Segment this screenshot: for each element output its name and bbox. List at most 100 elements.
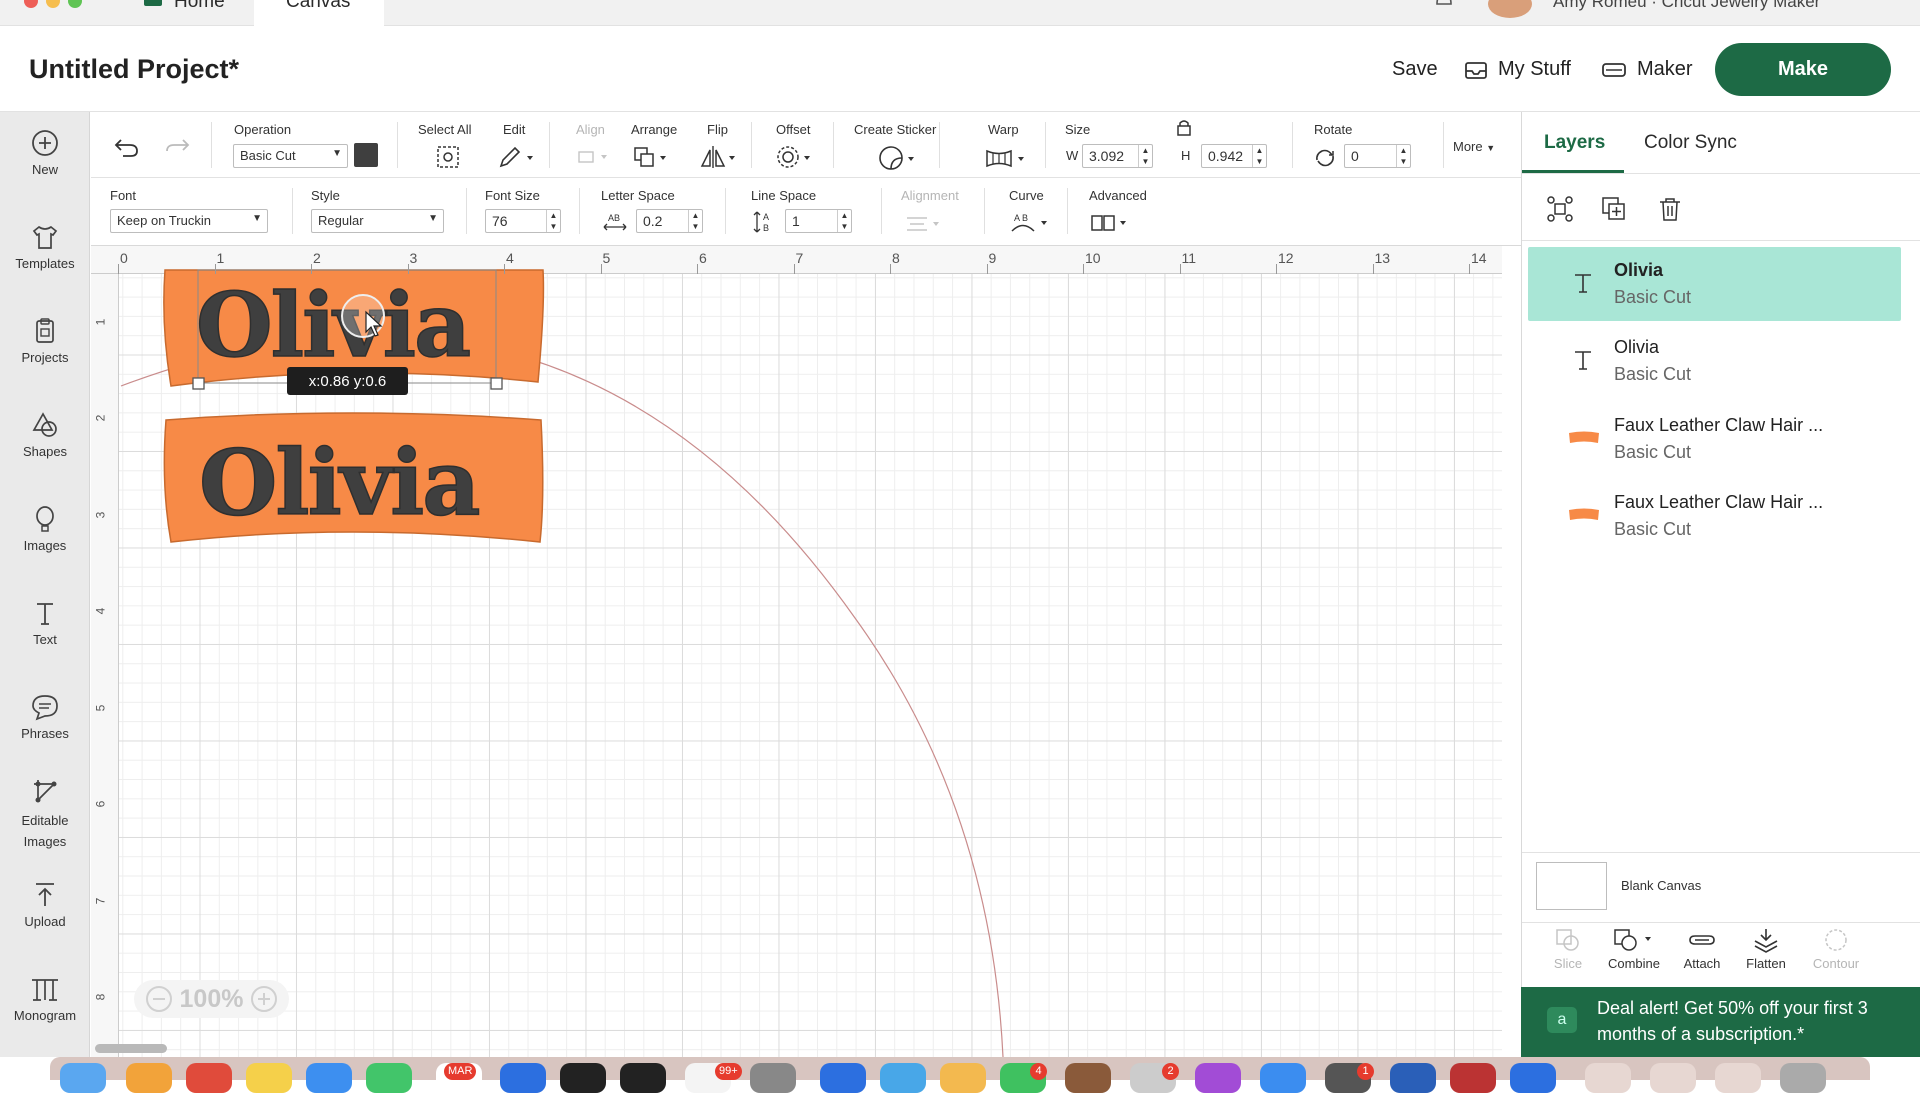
safari-icon[interactable]: [306, 1063, 352, 1093]
layer-row[interactable]: Faux Leather Claw Hair ... Basic Cut: [1528, 402, 1901, 476]
app-icon[interactable]: [186, 1063, 232, 1093]
horizontal-scrollbar[interactable]: [95, 1044, 167, 1053]
spinner-icon[interactable]: ▲ ▼: [837, 210, 851, 232]
lock-icon[interactable]: [1175, 118, 1193, 136]
redo-icon[interactable]: [163, 134, 191, 158]
sidebar-item-templates[interactable]: Templates: [0, 222, 90, 271]
sidebar-item-monogram[interactable]: Monogram: [0, 974, 90, 1023]
olivia-text-top[interactable]: Olivia: [195, 272, 472, 378]
photos-icon[interactable]: [940, 1063, 986, 1093]
app-icon[interactable]: [500, 1063, 546, 1093]
operation-select[interactable]: Basic Cut ▼: [233, 144, 348, 168]
tab-layers[interactable]: Layers: [1544, 132, 1605, 154]
delete-icon[interactable]: [1656, 195, 1684, 223]
letter-space-input[interactable]: 0.2 ▲ ▼: [636, 209, 703, 233]
sidebar-item-phrases[interactable]: Phrases: [0, 692, 90, 741]
edit-pencil-button[interactable]: [497, 144, 537, 170]
spinner-icon[interactable]: ▲ ▼: [1252, 145, 1266, 167]
layer-row[interactable]: Olivia Basic Cut: [1528, 247, 1901, 321]
duplicate-icon[interactable]: [1600, 195, 1628, 223]
undo-icon[interactable]: [113, 134, 141, 158]
zoom-window-button[interactable]: [68, 0, 82, 8]
app-icon[interactable]: [620, 1063, 666, 1093]
tab-home[interactable]: Home: [140, 0, 250, 26]
spinner-icon[interactable]: ▲ ▼: [1138, 145, 1152, 167]
app-icon[interactable]: 2: [1130, 1063, 1179, 1093]
app-icon[interactable]: [1065, 1063, 1111, 1093]
my-stuff-button[interactable]: My Stuff: [1464, 58, 1571, 81]
color-swatch[interactable]: [354, 143, 378, 167]
tab-canvas[interactable]: Canvas: [254, 0, 384, 26]
style-select[interactable]: Regular ▼: [311, 209, 444, 233]
save-button[interactable]: Save: [1392, 58, 1438, 81]
blank-canvas-swatch[interactable]: [1536, 862, 1607, 910]
resize-handle[interactable]: [490, 377, 503, 390]
page-title[interactable]: Untitled Project*: [29, 54, 239, 85]
finder-icon[interactable]: [60, 1063, 106, 1093]
width-input[interactable]: 3.092 ▲ ▼: [1082, 144, 1153, 168]
create-sticker-button[interactable]: [877, 144, 919, 172]
calendar-icon[interactable]: MAR: [436, 1063, 482, 1093]
font-size-input[interactable]: 76 ▲ ▼: [485, 209, 561, 233]
mail-icon[interactable]: 99+: [685, 1063, 742, 1093]
design-canvas[interactable]: Olivia Olivia x:0.86 y:0.6 100% 01234567…: [91, 246, 1502, 1057]
combine-button[interactable]: Combine: [1599, 927, 1669, 971]
curve-button[interactable]: A B: [1008, 211, 1052, 235]
make-button[interactable]: Make: [1715, 43, 1891, 96]
offset-button[interactable]: [775, 144, 815, 170]
zoom-control[interactable]: 100%: [134, 980, 289, 1018]
layer-row[interactable]: Faux Leather Claw Hair ... Basic Cut: [1528, 479, 1901, 553]
deal-banner[interactable]: a Deal alert! Get 50% off your first 3 m…: [1521, 987, 1920, 1057]
spinner-icon[interactable]: ▲ ▼: [546, 210, 560, 232]
app-icon[interactable]: [560, 1063, 606, 1093]
flip-button[interactable]: [699, 144, 739, 170]
flatten-button[interactable]: Flatten: [1731, 927, 1801, 971]
machine-button[interactable]: Maker: [1601, 58, 1693, 81]
app-icon[interactable]: [246, 1063, 292, 1093]
sidebar-item-editable-images[interactable]: Editable Images: [0, 776, 90, 852]
line-space-input[interactable]: 1 ▲ ▼: [785, 209, 852, 233]
rotate-input[interactable]: 0 ▲ ▼: [1344, 144, 1411, 168]
warp-button[interactable]: [984, 146, 1030, 170]
height-input[interactable]: 0.942 ▲ ▼: [1201, 144, 1267, 168]
sidebar-item-text[interactable]: Text: [0, 598, 90, 647]
app-icon[interactable]: [820, 1063, 866, 1093]
sidebar-item-shapes[interactable]: Shapes: [0, 410, 90, 459]
advanced-button[interactable]: [1089, 211, 1133, 235]
bell-icon[interactable]: [1434, 0, 1454, 8]
attach-button[interactable]: Attach: [1667, 927, 1737, 971]
slice-button[interactable]: Slice: [1533, 927, 1603, 971]
folder-icon[interactable]: [1715, 1063, 1761, 1093]
launchpad-icon[interactable]: [126, 1063, 172, 1093]
tab-color-sync[interactable]: Color Sync: [1644, 132, 1737, 154]
app-icon[interactable]: 1: [1325, 1063, 1374, 1093]
zoom-out-button[interactable]: [145, 986, 172, 1012]
layer-row[interactable]: Olivia Basic Cut: [1528, 324, 1901, 398]
app-store-icon[interactable]: [1260, 1063, 1306, 1093]
sidebar-item-new[interactable]: New: [0, 128, 90, 177]
sidebar-item-images[interactable]: Images: [0, 504, 90, 553]
account-name[interactable]: Amy Romeu · Cricut Jewelry Maker: [1553, 0, 1820, 12]
spinner-icon[interactable]: ▲ ▼: [1396, 145, 1410, 167]
sidebar-item-upload[interactable]: Upload: [0, 880, 90, 929]
close-window-button[interactable]: [24, 0, 38, 8]
zoom-in-button[interactable]: [251, 986, 278, 1012]
app-icon[interactable]: [1390, 1063, 1436, 1093]
resize-handle[interactable]: [192, 377, 205, 390]
app-icon[interactable]: [1510, 1063, 1556, 1093]
app-icon[interactable]: [1450, 1063, 1496, 1093]
app-icon[interactable]: [750, 1063, 796, 1093]
arrange-button[interactable]: [632, 144, 672, 170]
messages-icon[interactable]: [366, 1063, 412, 1093]
avatar[interactable]: [1488, 0, 1532, 18]
group-icon[interactable]: [1546, 195, 1574, 223]
sidebar-item-projects[interactable]: Projects: [0, 316, 90, 365]
podcasts-icon[interactable]: [1195, 1063, 1241, 1093]
olivia-text-bottom[interactable]: Olivia: [198, 429, 482, 537]
trash-icon[interactable]: [1780, 1063, 1826, 1093]
contour-button[interactable]: Contour: [1801, 927, 1871, 971]
select-all-button[interactable]: [435, 144, 461, 170]
more-button[interactable]: More ▼: [1453, 139, 1495, 154]
folder-icon[interactable]: [1650, 1063, 1696, 1093]
facetime-icon[interactable]: 4: [1000, 1063, 1047, 1093]
